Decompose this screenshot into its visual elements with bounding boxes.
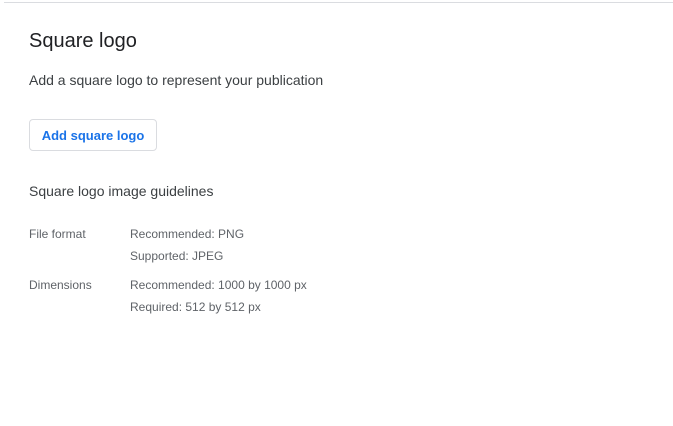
- top-divider: [4, 0, 673, 3]
- guideline-values: Recommended: 1000 by 1000 px Required: 5…: [130, 278, 307, 322]
- section-description: Add a square logo to represent your publ…: [29, 72, 324, 88]
- guideline-label: File format: [29, 227, 86, 241]
- guideline-value: Recommended: PNG: [130, 227, 245, 241]
- guidelines-heading: Square logo image guidelines: [29, 183, 214, 199]
- add-square-logo-button[interactable]: Add square logo: [29, 119, 157, 151]
- guideline-value: Required: 512 by 512 px: [130, 300, 261, 314]
- guideline-value: Recommended: 1000 by 1000 px: [130, 278, 307, 292]
- section-title: Square logo: [29, 30, 137, 52]
- guideline-values: Recommended: PNG Supported: JPEG: [130, 227, 244, 271]
- guideline-value: Supported: JPEG: [130, 249, 224, 263]
- guideline-label: Dimensions: [29, 278, 92, 292]
